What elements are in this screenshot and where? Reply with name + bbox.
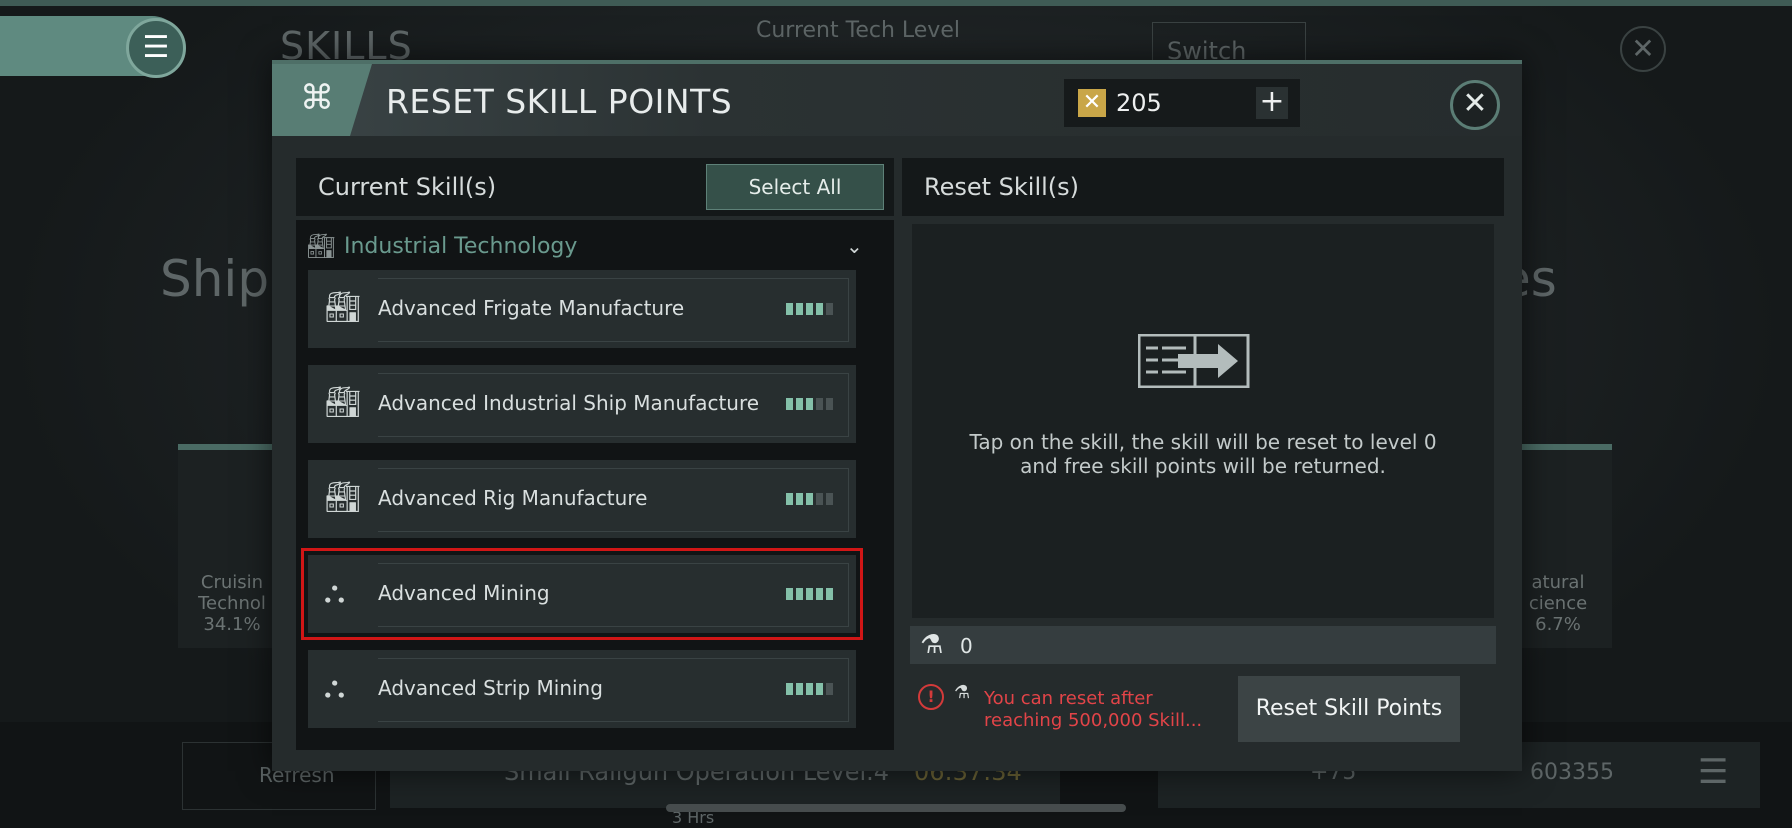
level-segment bbox=[806, 493, 813, 505]
skill-group-title: Industrial Technology bbox=[344, 234, 578, 259]
factory-icon: 🏭︎ bbox=[324, 290, 363, 325]
level-segment bbox=[786, 683, 793, 695]
level-segment bbox=[796, 588, 803, 600]
factory-icon: 🏭︎ bbox=[324, 385, 363, 420]
background-close-icon[interactable]: ✕ bbox=[1620, 26, 1666, 72]
level-segment bbox=[786, 303, 793, 315]
level-segment bbox=[786, 398, 793, 410]
reset-hint-line-1: Tap on the skill, the skill will be rese… bbox=[969, 430, 1437, 454]
level-segment bbox=[806, 303, 813, 315]
skill-group-industrial[interactable]: 🏭︎ Industrial Technology ⌄ bbox=[306, 226, 876, 272]
level-segment bbox=[826, 398, 833, 410]
level-segment bbox=[816, 398, 823, 410]
warning-icon: ! bbox=[918, 684, 944, 710]
skill-name: Advanced Frigate Manufacture bbox=[378, 296, 685, 320]
level-segment bbox=[796, 303, 803, 315]
reset-transfer-icon bbox=[1138, 334, 1250, 388]
add-currency-button[interactable]: + bbox=[1256, 87, 1288, 119]
level-segment bbox=[826, 303, 833, 315]
dialog-title: RESET SKILL POINTS bbox=[386, 82, 733, 121]
current-skills-panel: Current Skill(s) Select All 🏭︎ Industria… bbox=[296, 158, 894, 750]
reset-hint-text: Tap on the skill, the skill will be rese… bbox=[932, 430, 1474, 478]
chevron-down-icon[interactable]: ⌄ bbox=[846, 234, 863, 258]
reset-skills-header: Reset Skill(s) bbox=[902, 158, 1504, 216]
reset-drop-area: Tap on the skill, the skill will be rese… bbox=[912, 224, 1494, 618]
level-segment bbox=[826, 588, 833, 600]
skill-level-bar bbox=[786, 303, 833, 315]
factory-icon: 🏭︎ bbox=[324, 480, 363, 515]
card-label-2: Technol bbox=[198, 593, 266, 614]
mining-icon: ⛬ bbox=[324, 670, 345, 705]
reset-skills-title: Reset Skill(s) bbox=[924, 173, 1080, 201]
skill-list[interactable]: 🏭︎ Industrial Technology ⌄ 🏭︎ Advanced Fr… bbox=[296, 220, 894, 750]
list-menu-icon[interactable]: ☰ bbox=[1698, 752, 1728, 792]
currency-display: ✕ 205 + bbox=[1064, 79, 1300, 127]
skill-item[interactable]: 🏭︎ Advanced Industrial Ship Manufacture bbox=[308, 365, 856, 443]
close-button[interactable]: ✕ bbox=[1450, 80, 1500, 130]
skill-name: Advanced Mining bbox=[378, 581, 550, 605]
level-segment bbox=[796, 398, 803, 410]
card-percent: 34.1% bbox=[203, 614, 261, 635]
reset-skill-points-dialog: ⌘ RESET SKILL POINTS ✕ 205 + ✕ Current S… bbox=[272, 60, 1522, 771]
skill-level-bar bbox=[786, 493, 833, 505]
reset-hint-line-2: and free skill points will be returned. bbox=[1020, 454, 1386, 478]
mining-icon: ⛬ bbox=[324, 575, 345, 610]
skill-item[interactable]: 🏭︎ Advanced Rig Manufacture bbox=[308, 460, 856, 538]
ship-category-label: Ship bbox=[160, 250, 270, 308]
level-segment bbox=[786, 493, 793, 505]
reset-skills-panel: Reset Skill(s) Tap on the skill, the ski… bbox=[902, 158, 1504, 750]
skill-item[interactable]: ⛬ Advanced Strip Mining bbox=[308, 650, 856, 728]
skill-points-icon: ⚗ bbox=[920, 630, 944, 660]
current-skills-header: Current Skill(s) Select All bbox=[296, 158, 894, 216]
dna-icon: ⌘ bbox=[300, 78, 334, 118]
select-all-button[interactable]: Select All bbox=[706, 164, 884, 210]
level-segment bbox=[826, 493, 833, 505]
level-segment bbox=[826, 683, 833, 695]
returned-points-bar: ⚗ 0 bbox=[910, 626, 1496, 664]
skill-item[interactable]: ⛬ Advanced Mining bbox=[301, 548, 863, 640]
dialog-header: ⌘ RESET SKILL POINTS ✕ 205 + ✕ bbox=[272, 64, 1522, 136]
current-skills-title: Current Skill(s) bbox=[318, 173, 497, 201]
level-segment bbox=[816, 588, 823, 600]
skill-level-bar bbox=[786, 683, 833, 695]
skill-name: Advanced Rig Manufacture bbox=[378, 486, 648, 510]
level-segment bbox=[796, 493, 803, 505]
returned-points-value: 0 bbox=[960, 634, 973, 658]
skill-name: Advanced Strip Mining bbox=[378, 676, 603, 700]
card-label-1: Cruisin bbox=[200, 572, 264, 593]
top-accent-line bbox=[0, 0, 1792, 6]
tech-level-label: Current Tech Level bbox=[756, 18, 960, 43]
skill-name: Advanced Industrial Ship Manufacture bbox=[378, 391, 760, 415]
level-segment bbox=[786, 588, 793, 600]
level-segment bbox=[816, 683, 823, 695]
points-total: 603355 bbox=[1530, 760, 1614, 785]
skill-points-small-icon: ⚗ bbox=[954, 682, 971, 703]
level-segment bbox=[816, 493, 823, 505]
skill-item[interactable]: 🏭︎ Advanced Frigate Manufacture bbox=[308, 270, 856, 348]
level-segment bbox=[816, 303, 823, 315]
currency-icon: ✕ bbox=[1078, 89, 1106, 117]
currency-value: 205 bbox=[1116, 89, 1162, 117]
skill-level-bar bbox=[786, 398, 833, 410]
cruiser-tech-card: Cruisin Technol 34.1% bbox=[178, 444, 286, 648]
home-indicator bbox=[666, 804, 1126, 812]
reset-skill-points-button[interactable]: Reset Skill Points bbox=[1238, 676, 1460, 742]
level-segment bbox=[806, 683, 813, 695]
header-tab: ⌘ bbox=[272, 64, 372, 136]
level-segment bbox=[796, 683, 803, 695]
level-segment bbox=[806, 588, 813, 600]
reset-warning-text: You can reset after reaching 500,000 Ski… bbox=[984, 688, 1203, 731]
menu-icon[interactable]: ☰ bbox=[126, 18, 186, 78]
factory-icon: 🏭︎ bbox=[306, 232, 337, 260]
skill-level-bar bbox=[786, 588, 833, 600]
level-segment bbox=[806, 398, 813, 410]
